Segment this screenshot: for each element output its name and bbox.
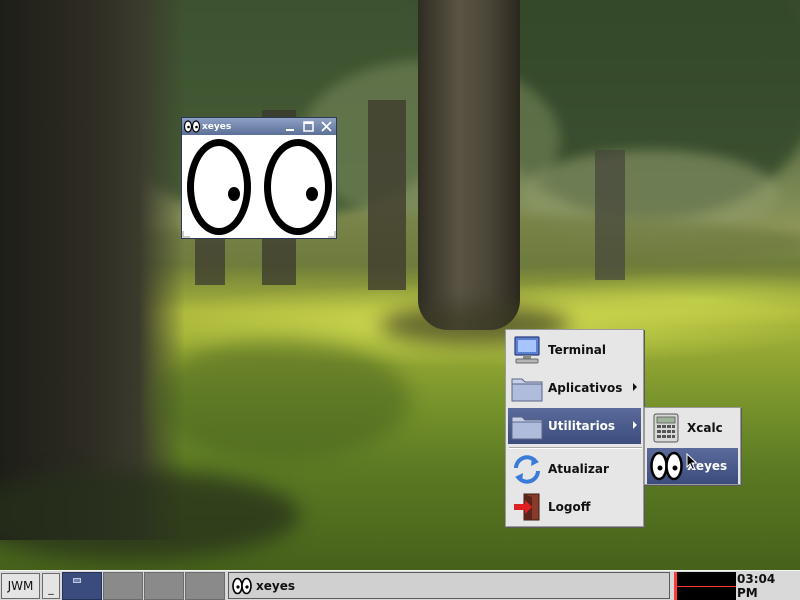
menu-item-aplicativos[interactable]: Aplicativos xyxy=(508,370,641,406)
pager-desktop-4[interactable] xyxy=(185,572,225,600)
menu-item-label: Atualizar xyxy=(548,462,609,476)
menu-item-logoff[interactable]: Logoff xyxy=(508,489,641,525)
taskbar: JWM _ xeyes 03:04 PM xyxy=(0,570,800,600)
pager-desktop-2[interactable] xyxy=(103,572,143,600)
clock[interactable]: 03:04 PM xyxy=(737,572,799,600)
cpu-load-graph xyxy=(674,572,736,600)
root-menu: Terminal Aplicativos Utilitarios Atualiz… xyxy=(505,329,644,527)
jwm-menu-button[interactable]: JWM xyxy=(1,573,40,599)
menu-item-terminal[interactable]: Terminal xyxy=(508,332,641,368)
close-icon[interactable] xyxy=(318,119,334,134)
wallpaper-tree-trunk xyxy=(595,150,625,280)
xeyes-icon xyxy=(649,449,683,483)
refresh-icon xyxy=(510,452,544,486)
menu-item-xcalc[interactable]: Xcalc xyxy=(647,410,738,446)
menu-item-label: Terminal xyxy=(548,343,607,357)
utilitarios-submenu: Xcalc Xeyes xyxy=(644,407,741,485)
terminal-icon xyxy=(510,333,544,367)
menu-item-label: Utilitarios xyxy=(548,419,616,433)
folder-icon xyxy=(510,409,544,443)
right-pupil xyxy=(306,187,318,201)
desktop-wallpaper[interactable] xyxy=(0,0,800,600)
load-graph-line xyxy=(677,586,736,587)
maximize-icon[interactable] xyxy=(300,119,316,134)
window-title: xeyes xyxy=(202,121,232,132)
wallpaper-tree-trunk xyxy=(0,0,185,540)
xeyes-window[interactable]: xeyes xyxy=(181,117,337,239)
menu-item-label: Logoff xyxy=(548,500,591,514)
menu-item-atualizar[interactable]: Atualizar xyxy=(508,451,641,487)
pager-window-thumbnail xyxy=(73,578,81,583)
task-label: xeyes xyxy=(256,578,295,593)
minimize-icon[interactable] xyxy=(282,119,298,134)
wallpaper-tree-trunk xyxy=(418,0,520,330)
folder-icon xyxy=(510,371,544,405)
menu-item-label: Xcalc xyxy=(687,421,723,435)
mouse-cursor-icon xyxy=(686,453,698,471)
submenu-arrow-icon xyxy=(633,383,637,391)
logoff-icon xyxy=(510,490,544,524)
pager-desktop-1[interactable] xyxy=(62,572,102,600)
wallpaper-shadow xyxy=(150,340,410,460)
left-pupil xyxy=(228,187,240,201)
menu-separator xyxy=(509,447,642,449)
wallpaper-shadow xyxy=(0,470,300,560)
wallpaper-tree-trunk xyxy=(368,100,406,290)
menu-item-utilitarios[interactable]: Utilitarios xyxy=(508,408,641,444)
pager-desktop-3[interactable] xyxy=(144,572,184,600)
calculator-icon xyxy=(649,411,683,445)
window-titlebar[interactable]: xeyes xyxy=(182,118,336,135)
xeyes-icon xyxy=(184,120,200,133)
xeyes-eyes xyxy=(182,135,336,238)
show-desktop-button[interactable]: _ xyxy=(42,573,60,599)
submenu-arrow-icon xyxy=(633,421,637,429)
menu-item-label: Aplicativos xyxy=(548,381,623,395)
xeyes-icon xyxy=(232,577,252,595)
taskbar-task-xeyes[interactable]: xeyes xyxy=(228,572,670,599)
